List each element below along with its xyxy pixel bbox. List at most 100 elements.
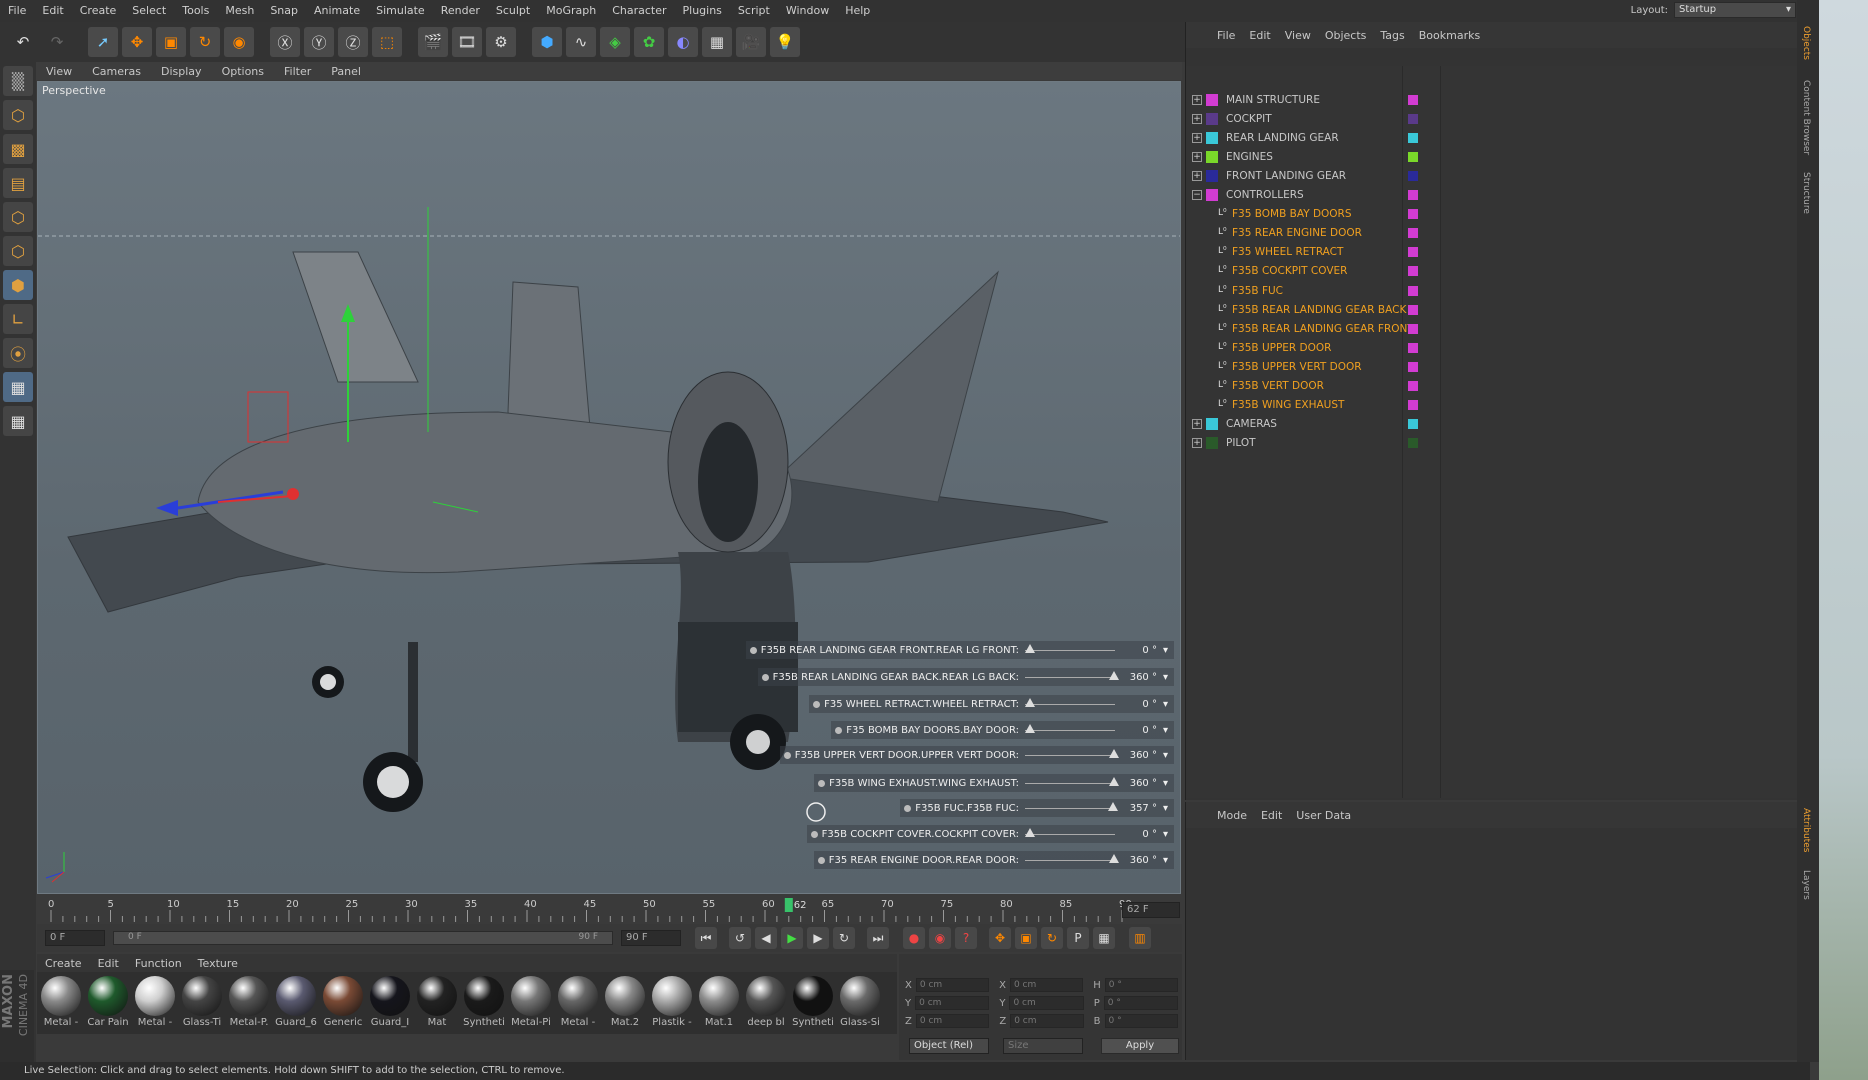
object-name[interactable]: PILOT	[1226, 437, 1256, 449]
menu-window[interactable]: Window	[778, 0, 837, 22]
coord-field[interactable]: 0 cm	[915, 978, 990, 992]
attribute-menu-edit[interactable]: Edit	[1254, 809, 1289, 822]
material-swatch[interactable]: Metal -	[133, 976, 177, 1030]
goto-start-icon[interactable]: ⏮	[695, 927, 717, 949]
object-name[interactable]: F35B COCKPIT COVER	[1232, 265, 1347, 277]
material-menu-edit[interactable]: Edit	[90, 957, 127, 970]
camera-icon[interactable]: 🎥	[736, 27, 766, 57]
material-swatch[interactable]: Car Pain	[86, 976, 130, 1030]
keyframe-dot-icon[interactable]	[818, 779, 826, 787]
slider-value[interactable]: 0 °	[1121, 699, 1157, 710]
tab-attributes[interactable]: Attributes	[1801, 808, 1811, 852]
viewport-menu-view[interactable]: View	[36, 65, 82, 78]
material-swatch[interactable]: Metal-Pi	[509, 976, 553, 1030]
menu-edit[interactable]: Edit	[34, 0, 71, 22]
menu-help[interactable]: Help	[837, 0, 878, 22]
object-name[interactable]: CAMERAS	[1226, 418, 1277, 430]
object-row[interactable]: L⁰ F35B UPPER DOOR	[1186, 338, 1798, 357]
key-rotation-icon[interactable]: ↻	[1041, 927, 1063, 949]
attribute-menu-mode[interactable]: Mode	[1210, 809, 1254, 822]
coord-field[interactable]: 0 °	[1104, 978, 1178, 992]
start-frame-field[interactable]: 0 F	[45, 930, 105, 946]
autokey-icon[interactable]: ◉	[929, 927, 951, 949]
dropdown-arrow-icon[interactable]: ▾	[1163, 829, 1168, 840]
keyframe-dot-icon[interactable]	[783, 751, 791, 759]
controller-slider[interactable]: F35B REAR LANDING GEAR FRONT.REAR LG FRO…	[745, 641, 1174, 659]
menu-animate[interactable]: Animate	[306, 0, 368, 22]
texture-mode-icon[interactable]: ▩	[3, 134, 33, 164]
object-name[interactable]: F35B REAR LANDING GEAR BACK	[1232, 304, 1406, 316]
material-swatch[interactable]: Mat.1	[697, 976, 741, 1030]
coord-field[interactable]: 0 °	[1104, 1014, 1178, 1028]
coord-size-dropdown[interactable]: Size	[1003, 1038, 1083, 1054]
object-name[interactable]: F35B REAR LANDING GEAR FRONT	[1232, 323, 1414, 335]
points-mode-icon[interactable]: ⬡	[3, 202, 33, 232]
key-position-icon[interactable]: ✥	[989, 927, 1011, 949]
object-menu-view[interactable]: View	[1278, 29, 1318, 42]
tab-layers[interactable]: Layers	[1801, 870, 1811, 900]
object-row[interactable]: + CAMERAS	[1186, 415, 1798, 434]
object-row[interactable]: + PILOT	[1186, 434, 1798, 453]
material-menu-function[interactable]: Function	[127, 957, 190, 970]
tab-structure[interactable]: Structure	[1801, 172, 1811, 214]
material-menu-create[interactable]: Create	[37, 957, 90, 970]
x-axis-icon[interactable]: Ⓧ	[270, 27, 300, 57]
expand-icon[interactable]: +	[1192, 151, 1202, 162]
tab-content-browser[interactable]: Content Browser	[1801, 80, 1811, 155]
prev-frame-icon[interactable]: ◀	[755, 927, 777, 949]
redo-icon[interactable]: ↷	[42, 27, 72, 57]
y-axis-icon[interactable]: Ⓨ	[304, 27, 334, 57]
slider-value[interactable]: 360 °	[1121, 778, 1157, 789]
controller-slider[interactable]: F35 REAR ENGINE DOOR.REAR DOOR: 360 ° ▾	[813, 851, 1174, 869]
object-row[interactable]: L⁰ F35B REAR LANDING GEAR FRONT	[1186, 319, 1798, 338]
object-row[interactable]: L⁰ F35B FUC	[1186, 281, 1798, 300]
dropdown-arrow-icon[interactable]: ▾	[1163, 750, 1168, 761]
expand-icon[interactable]: +	[1192, 438, 1202, 449]
object-row[interactable]: + REAR LANDING GEAR	[1186, 128, 1798, 147]
coord-field[interactable]: 0 cm	[1009, 978, 1084, 992]
material-menu-texture[interactable]: Texture	[190, 957, 246, 970]
keyframe-dot-icon[interactable]	[749, 646, 757, 654]
max-frame-field[interactable]: 90 F	[621, 930, 681, 946]
menu-render[interactable]: Render	[433, 0, 488, 22]
polygons-mode-icon[interactable]: ⬢	[3, 270, 33, 300]
object-menu-file[interactable]: File	[1210, 29, 1242, 42]
material-swatch[interactable]: Metal -	[39, 976, 83, 1030]
slider-knob[interactable]	[1024, 827, 1035, 837]
viewport-menu-panel[interactable]: Panel	[321, 65, 371, 78]
expand-icon[interactable]: +	[1192, 419, 1202, 430]
object-row[interactable]: L⁰ F35B REAR LANDING GEAR BACK	[1186, 300, 1798, 319]
deformer-icon[interactable]: ◐	[668, 27, 698, 57]
coord-field[interactable]: 0 cm	[1009, 996, 1084, 1010]
object-row[interactable]: L⁰ F35 WHEEL RETRACT	[1186, 243, 1798, 262]
slider-value[interactable]: 360 °	[1121, 750, 1157, 761]
object-name[interactable]: COCKPIT	[1226, 113, 1272, 125]
timeline-ruler[interactable]: 05101520253035404550556065707580859062 6…	[37, 896, 1182, 924]
timeline-layout-icon[interactable]: ▥	[1129, 927, 1151, 949]
controller-slider[interactable]: F35B REAR LANDING GEAR BACK.REAR LG BACK…	[757, 668, 1174, 686]
frame-range-slider[interactable]: 0 F 90 F	[113, 931, 613, 945]
object-name[interactable]: F35 WHEEL RETRACT	[1232, 246, 1343, 258]
spline-icon[interactable]: ∿	[566, 27, 596, 57]
slider-track[interactable]	[1024, 801, 1119, 811]
expand-icon[interactable]: +	[1192, 113, 1202, 124]
material-swatch[interactable]: Glass-Si	[838, 976, 882, 1030]
material-swatch[interactable]: Guard_I	[368, 976, 412, 1030]
coord-field[interactable]: 0 cm	[915, 996, 990, 1010]
object-name[interactable]: F35B FUC	[1232, 285, 1283, 297]
object-row[interactable]: L⁰ F35 REAR ENGINE DOOR	[1186, 224, 1798, 243]
scale-icon[interactable]: ▣	[156, 27, 186, 57]
render-settings-icon[interactable]: ⚙	[486, 27, 516, 57]
slider-track[interactable]	[1024, 670, 1119, 680]
keyframe-dot-icon[interactable]	[810, 830, 818, 838]
goto-end-icon[interactable]: ⏭	[867, 927, 889, 949]
slider-value[interactable]: 360 °	[1121, 855, 1157, 866]
menu-mesh[interactable]: Mesh	[217, 0, 262, 22]
light-icon[interactable]: 💡	[770, 27, 800, 57]
make-editable-icon[interactable]: ▒	[3, 66, 33, 96]
keyframe-dot-icon[interactable]	[813, 700, 821, 708]
material-swatch[interactable]: Metal-P.	[227, 976, 271, 1030]
controller-slider[interactable]: F35B WING EXHAUST.WING EXHAUST: 360 ° ▾	[814, 774, 1174, 792]
current-frame-field[interactable]: 62 F	[1122, 902, 1180, 918]
slider-track[interactable]	[1024, 827, 1115, 837]
